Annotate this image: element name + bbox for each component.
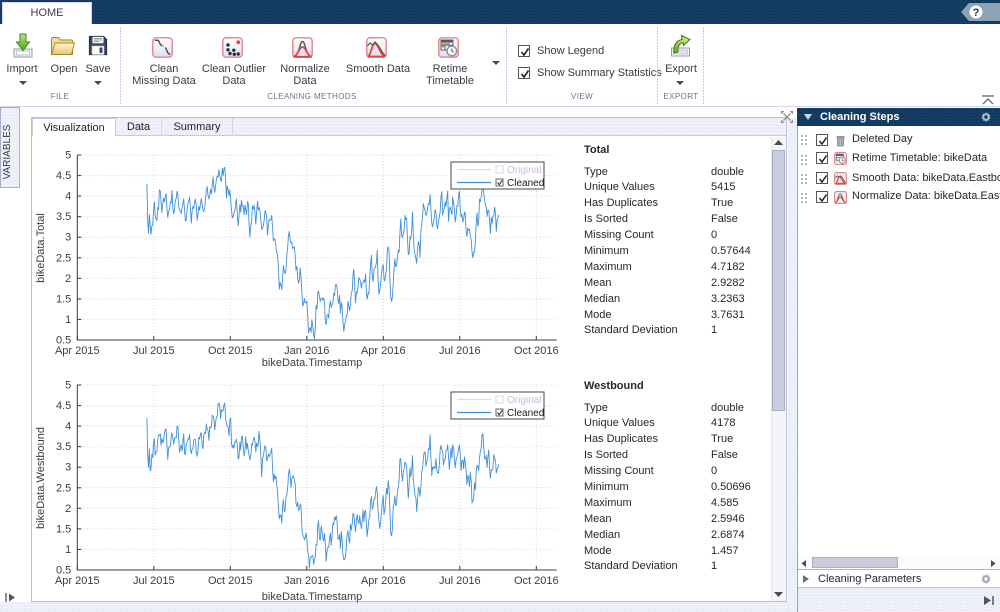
svg-text:4: 4 [65, 421, 71, 433]
svg-text:3: 3 [65, 232, 71, 244]
svg-text:1: 1 [65, 544, 71, 556]
svg-text:Jul 2016: Jul 2016 [439, 575, 481, 587]
svg-text:Apr 2016: Apr 2016 [361, 345, 406, 357]
svg-text:4: 4 [65, 191, 71, 203]
svg-text:Cleaned: Cleaned [507, 408, 544, 419]
svg-text:5: 5 [65, 150, 71, 162]
svg-text:4.5: 4.5 [56, 400, 71, 412]
svg-text:Jan 2016: Jan 2016 [284, 575, 329, 587]
svg-text:2.5: 2.5 [56, 252, 71, 264]
svg-text:3.5: 3.5 [56, 211, 71, 223]
svg-text:bikeData.Timestamp: bikeData.Timestamp [262, 591, 362, 603]
svg-text:2.5: 2.5 [56, 482, 71, 494]
svg-text:2: 2 [65, 273, 71, 285]
svg-text:Original: Original [507, 165, 541, 176]
svg-text:?: ? [973, 7, 980, 19]
svg-text:Oct 2015: Oct 2015 [208, 345, 253, 357]
svg-text:4.5: 4.5 [56, 170, 71, 182]
svg-text:Oct 2016: Oct 2016 [514, 575, 559, 587]
svg-text:3: 3 [65, 462, 71, 474]
svg-text:Apr 2015: Apr 2015 [55, 575, 100, 587]
svg-text:Cleaned: Cleaned [507, 178, 544, 189]
svg-text:bikeData.Timestamp: bikeData.Timestamp [262, 357, 362, 369]
svg-text:Apr 2016: Apr 2016 [361, 575, 406, 587]
svg-text:Jul 2015: Jul 2015 [133, 575, 175, 587]
svg-text:Oct 2015: Oct 2015 [208, 575, 253, 587]
svg-text:Apr 2015: Apr 2015 [55, 345, 100, 357]
svg-text:2: 2 [65, 503, 71, 515]
svg-text:Jul 2015: Jul 2015 [133, 345, 175, 357]
svg-text:1.5: 1.5 [56, 293, 71, 305]
svg-text:1: 1 [65, 314, 71, 326]
svg-text:1.5: 1.5 [56, 523, 71, 535]
svg-text:bikeData.Total: bikeData.Total [35, 213, 47, 283]
svg-text:bikeData.Westbound: bikeData.Westbound [35, 427, 47, 529]
svg-text:Original: Original [507, 395, 541, 406]
svg-text:Jan 2016: Jan 2016 [284, 345, 329, 357]
svg-text:3.5: 3.5 [56, 441, 71, 453]
svg-text:Oct 2016: Oct 2016 [514, 345, 559, 357]
svg-text:Jul 2016: Jul 2016 [439, 345, 481, 357]
svg-text:5: 5 [65, 380, 71, 392]
